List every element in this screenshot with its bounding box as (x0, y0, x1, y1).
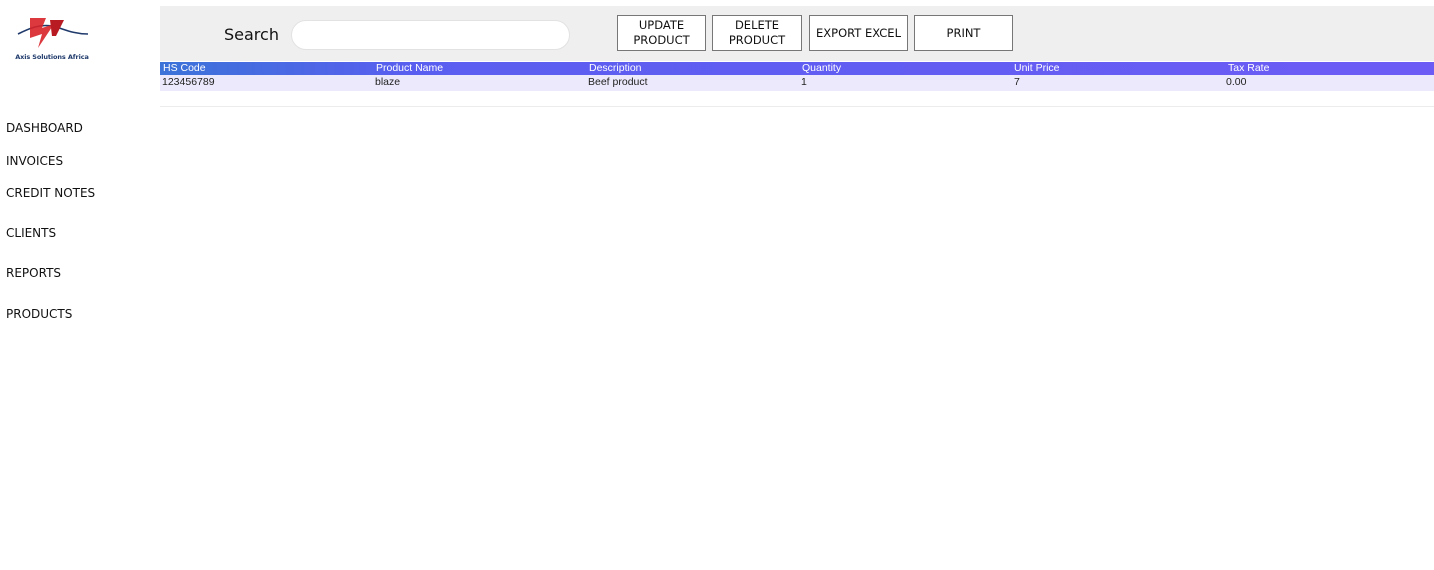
export-excel-button[interactable]: EXPORT EXCEL (809, 15, 908, 51)
cell-quantity: 1 (801, 76, 807, 88)
nav-item-dashboard[interactable]: DASHBOARD (6, 121, 83, 135)
column-header-unit-price[interactable]: Unit Price (1014, 62, 1060, 75)
search-label: Search (224, 25, 279, 44)
cell-product-name: blaze (375, 76, 401, 88)
column-header-product-name[interactable]: Product Name (376, 62, 443, 75)
cell-tax-rate: 0.00 (1226, 76, 1247, 88)
search-input[interactable] (291, 20, 570, 50)
nav-item-clients[interactable]: CLIENTS (6, 226, 56, 240)
column-header-hs-code[interactable]: HS Code (163, 62, 206, 75)
nav-item-reports[interactable]: REPORTS (6, 266, 61, 280)
update-product-button[interactable]: UPDATE PRODUCT (617, 15, 706, 51)
cell-hs-code: 123456789 (162, 76, 215, 88)
delete-product-button[interactable]: DELETE PRODUCT (712, 15, 802, 51)
table-row[interactable]: 123456789 blaze Beef product 1 7 0.00 (160, 75, 1434, 91)
logo-text: Axis Solutions Africa (15, 53, 89, 61)
column-header-description[interactable]: Description (589, 62, 642, 75)
column-header-tax-rate[interactable]: Tax Rate (1228, 62, 1269, 75)
column-header-quantity[interactable]: Quantity (802, 62, 841, 75)
table-header: HS Code Product Name Description Quantit… (160, 62, 1434, 75)
table-divider (160, 106, 1434, 107)
logo-mark-icon (17, 18, 89, 48)
toolbar: Search UPDATE PRODUCT DELETE PRODUCT EXP… (160, 6, 1434, 61)
nav-item-products[interactable]: PRODUCTS (6, 307, 72, 321)
cell-unit-price: 7 (1014, 76, 1020, 88)
products-table: HS Code Product Name Description Quantit… (160, 62, 1434, 91)
print-button[interactable]: PRINT (914, 15, 1013, 51)
nav-item-invoices[interactable]: INVOICES (6, 154, 63, 168)
nav-item-credit-notes[interactable]: CREDIT NOTES (6, 186, 95, 200)
sidebar: Axis Solutions Africa DASHBOARD INVOICES… (0, 0, 160, 570)
company-logo[interactable]: Axis Solutions Africa (12, 14, 92, 64)
cell-description: Beef product (588, 76, 648, 88)
